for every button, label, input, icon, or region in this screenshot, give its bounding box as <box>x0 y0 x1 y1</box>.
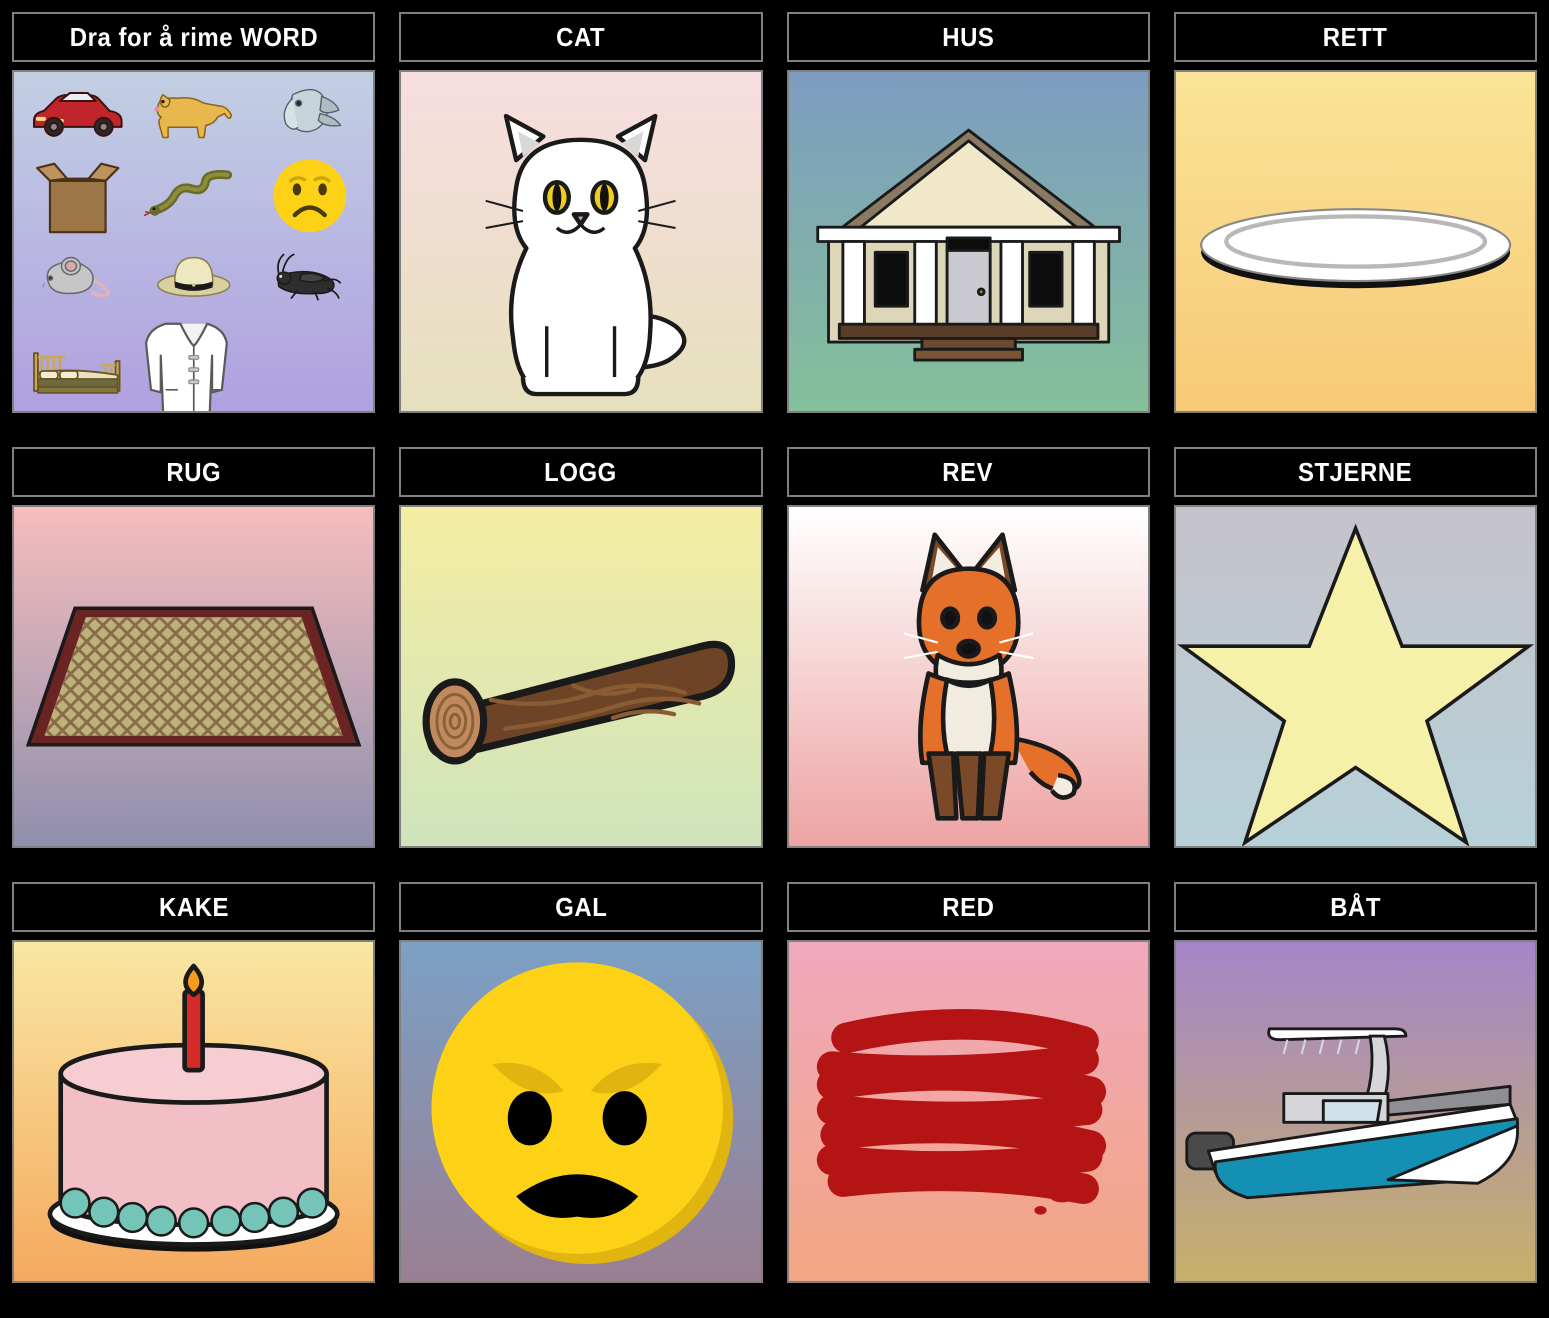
storyboard-cell[interactable]: LOGG <box>387 435 774 870</box>
cell-title: RED <box>942 891 995 922</box>
storyboard-cell[interactable]: BÅT <box>1162 870 1549 1305</box>
storyboard-cell[interactable]: GAL <box>387 870 774 1305</box>
storyboard-cell[interactable]: KAKE <box>0 870 387 1305</box>
cell-title: Dra for å rime WORD <box>69 21 318 52</box>
cell-image-panel[interactable] <box>399 940 763 1283</box>
cell-title-bar[interactable]: RETT <box>1173 12 1537 62</box>
cell-image-panel[interactable] <box>786 940 1150 1283</box>
red-scribble-illustration <box>789 942 1148 1281</box>
cell-image-panel[interactable] <box>399 70 763 413</box>
cell-title-bar[interactable]: KAKE <box>12 882 376 932</box>
cell-title: GAL <box>554 891 607 922</box>
coat-clipart[interactable] <box>136 305 252 411</box>
cell-title: LOGG <box>544 456 618 487</box>
storyboard-cell[interactable]: RUG <box>0 435 387 870</box>
storyboard-cell[interactable]: RED <box>775 870 1162 1305</box>
cell-image-panel[interactable] <box>399 505 763 848</box>
cell-title-bar[interactable]: GAL <box>399 882 763 932</box>
boat-illustration <box>1176 942 1535 1281</box>
plate-illustration <box>1176 72 1535 411</box>
cell-title: RETT <box>1323 21 1388 52</box>
hat-clipart[interactable] <box>136 245 252 305</box>
house-illustration <box>789 72 1148 411</box>
star-illustration <box>1176 507 1535 846</box>
cell-image-panel[interactable] <box>786 505 1150 848</box>
cell-image-panel[interactable] <box>12 940 376 1283</box>
cell-title: STJERNE <box>1298 456 1413 487</box>
storyboard-cell[interactable]: REV <box>775 435 1162 870</box>
cell-title-bar[interactable]: BÅT <box>1173 882 1537 932</box>
white-persian-cat-illustration <box>401 72 760 411</box>
rug-illustration <box>14 507 373 846</box>
storyboard-cell[interactable]: RETT <box>1162 0 1549 435</box>
cell-image-panel[interactable] <box>1173 940 1537 1283</box>
cell-title: REV <box>942 456 994 487</box>
sad-face-clipart[interactable] <box>252 146 368 246</box>
clipart-tray <box>14 72 373 411</box>
angry-face-illustration <box>401 942 760 1281</box>
cell-title: BÅT <box>1329 891 1381 922</box>
cell-title-bar[interactable]: STJERNE <box>1173 447 1537 497</box>
cell-title: KAKE <box>158 891 229 922</box>
storyboard-cell[interactable]: CAT <box>387 0 774 435</box>
cell-title-bar[interactable]: RED <box>786 882 1150 932</box>
fox-illustration <box>789 507 1148 846</box>
cell-image-panel[interactable] <box>12 70 376 413</box>
cell-title: CAT <box>556 21 606 52</box>
snake-clipart[interactable] <box>136 146 252 246</box>
cell-title: HUS <box>942 21 995 52</box>
cell-title-bar[interactable]: LOGG <box>399 447 763 497</box>
cell-title-bar[interactable]: Dra for å rime WORD <box>12 12 376 62</box>
cell-title: RUG <box>166 456 222 487</box>
log-illustration <box>401 507 760 846</box>
cell-title-bar[interactable]: HUS <box>786 12 1150 62</box>
cell-title-bar[interactable]: RUG <box>12 447 376 497</box>
car-clipart[interactable] <box>20 76 136 146</box>
cell-image-panel[interactable] <box>1173 70 1537 413</box>
box-clipart[interactable] <box>20 146 136 246</box>
storyboard-cell[interactable]: HUS <box>775 0 1162 435</box>
birthday-cake-illustration <box>14 942 373 1281</box>
cell-title-bar[interactable]: REV <box>786 447 1150 497</box>
cell-title-bar[interactable]: CAT <box>399 12 763 62</box>
mouse-clipart[interactable] <box>20 245 136 305</box>
cricket-clipart[interactable] <box>252 245 368 305</box>
cell-image-panel[interactable] <box>1173 505 1537 848</box>
storyboard-cell[interactable]: STJERNE <box>1162 435 1549 870</box>
storyboard-cell[interactable]: Dra for å rime WORD <box>0 0 387 435</box>
cell-image-panel[interactable] <box>12 505 376 848</box>
bed-clipart[interactable] <box>20 305 136 411</box>
cell-image-panel[interactable] <box>786 70 1150 413</box>
fish-clipart[interactable] <box>252 76 368 146</box>
storyboard-grid: Dra for å rime WORD CAT HUS RETT RUG LOG… <box>0 0 1549 1318</box>
dog-clipart[interactable] <box>136 76 252 146</box>
